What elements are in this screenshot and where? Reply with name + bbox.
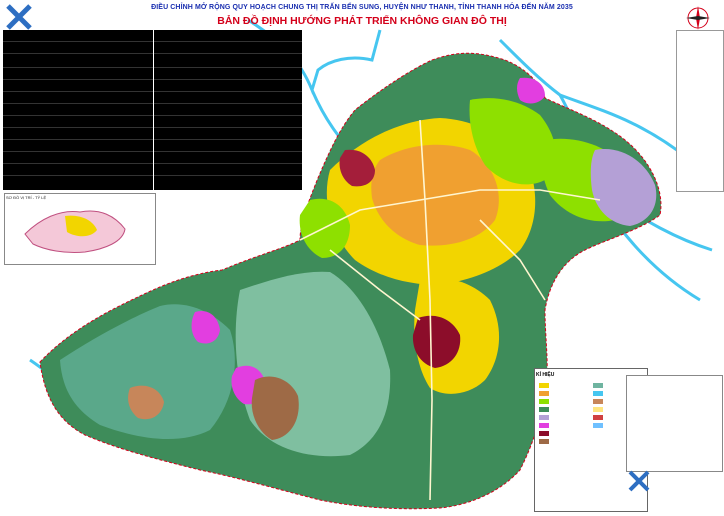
legend-title: KÍ HIỆU (536, 372, 555, 378)
special-zone-3 (517, 77, 545, 104)
land-use-table (3, 30, 153, 190)
land-use-table-2 (154, 30, 302, 190)
inset-label: SƠ ĐỒ VỊ TRÍ - TỶ LỆ (6, 195, 47, 200)
compass-icon (676, 4, 720, 32)
map-title: BẢN ĐỒ ĐỊNH HƯỚNG PHÁT TRIỂN KHÔNG GIAN … (217, 15, 507, 27)
legend-side-panel (676, 30, 724, 192)
approval-stamp-box (626, 375, 723, 472)
logo-icon (628, 470, 650, 492)
location-inset-map (4, 193, 156, 265)
map-subtitle: ĐIỀU CHỈNH MỞ RỘNG QUY HOẠCH CHUNG THỊ T… (151, 4, 573, 11)
